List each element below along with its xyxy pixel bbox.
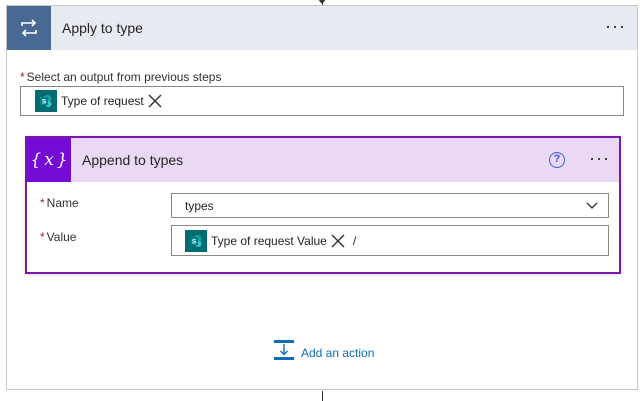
help-icon[interactable]: ? [549,152,565,168]
select-output-label-text: Select an output from previous steps [26,70,222,84]
more-options-button[interactable]: ··· [589,138,610,182]
chevron-down-icon [586,200,598,214]
token-label: Type of request [61,94,144,108]
name-dropdown-value: types [185,199,214,213]
dynamic-content-token[interactable]: S Type of request Value [185,229,345,252]
required-marker: * [40,230,45,244]
sharepoint-icon: S [185,229,207,252]
append-to-types-card: {x} Append to types ? ··· * Name types * V… [25,136,621,274]
name-field-label: * Name [40,196,79,210]
add-action-button[interactable]: Add an action [273,339,374,366]
variable-icon: {x} [27,138,71,182]
value-field-label: * Value [40,230,76,244]
token-label: Type of request Value [211,233,327,248]
card-title: Apply to type [62,20,143,36]
select-output-label: * Select an output from previous steps [20,70,221,84]
value-field-label-text: Value [46,230,77,244]
value-trailing-text: / [352,233,357,248]
required-marker: * [40,196,45,210]
close-icon[interactable] [148,94,162,108]
name-field-label-text: Name [46,196,79,210]
required-marker: * [20,70,25,84]
sharepoint-icon: S [35,90,57,112]
svg-text:S: S [192,238,197,245]
value-input[interactable]: S Type of request Value / [171,225,609,256]
connector-arrow-icon [317,0,327,4]
flow-designer-canvas: Apply to type ··· * Select an output from… [0,0,644,401]
add-action-icon [273,339,295,366]
apply-to-type-card: Apply to type ··· * Select an output from… [6,5,638,390]
more-options-button[interactable]: ··· [605,6,626,50]
add-action-label: Add an action [301,345,375,360]
apply-to-type-header[interactable]: Apply to type ··· [7,6,637,50]
svg-text:S: S [42,99,47,106]
connector-line-bottom [322,391,323,401]
card-title: Append to types [82,152,184,168]
loop-icon [7,6,51,50]
dynamic-content-token[interactable]: S Type of request [35,90,162,112]
name-dropdown[interactable]: types [171,193,609,218]
select-output-input[interactable]: S Type of request [20,86,624,116]
close-icon[interactable] [331,234,345,248]
append-to-types-header[interactable]: {x} Append to types ? ··· [27,138,619,182]
